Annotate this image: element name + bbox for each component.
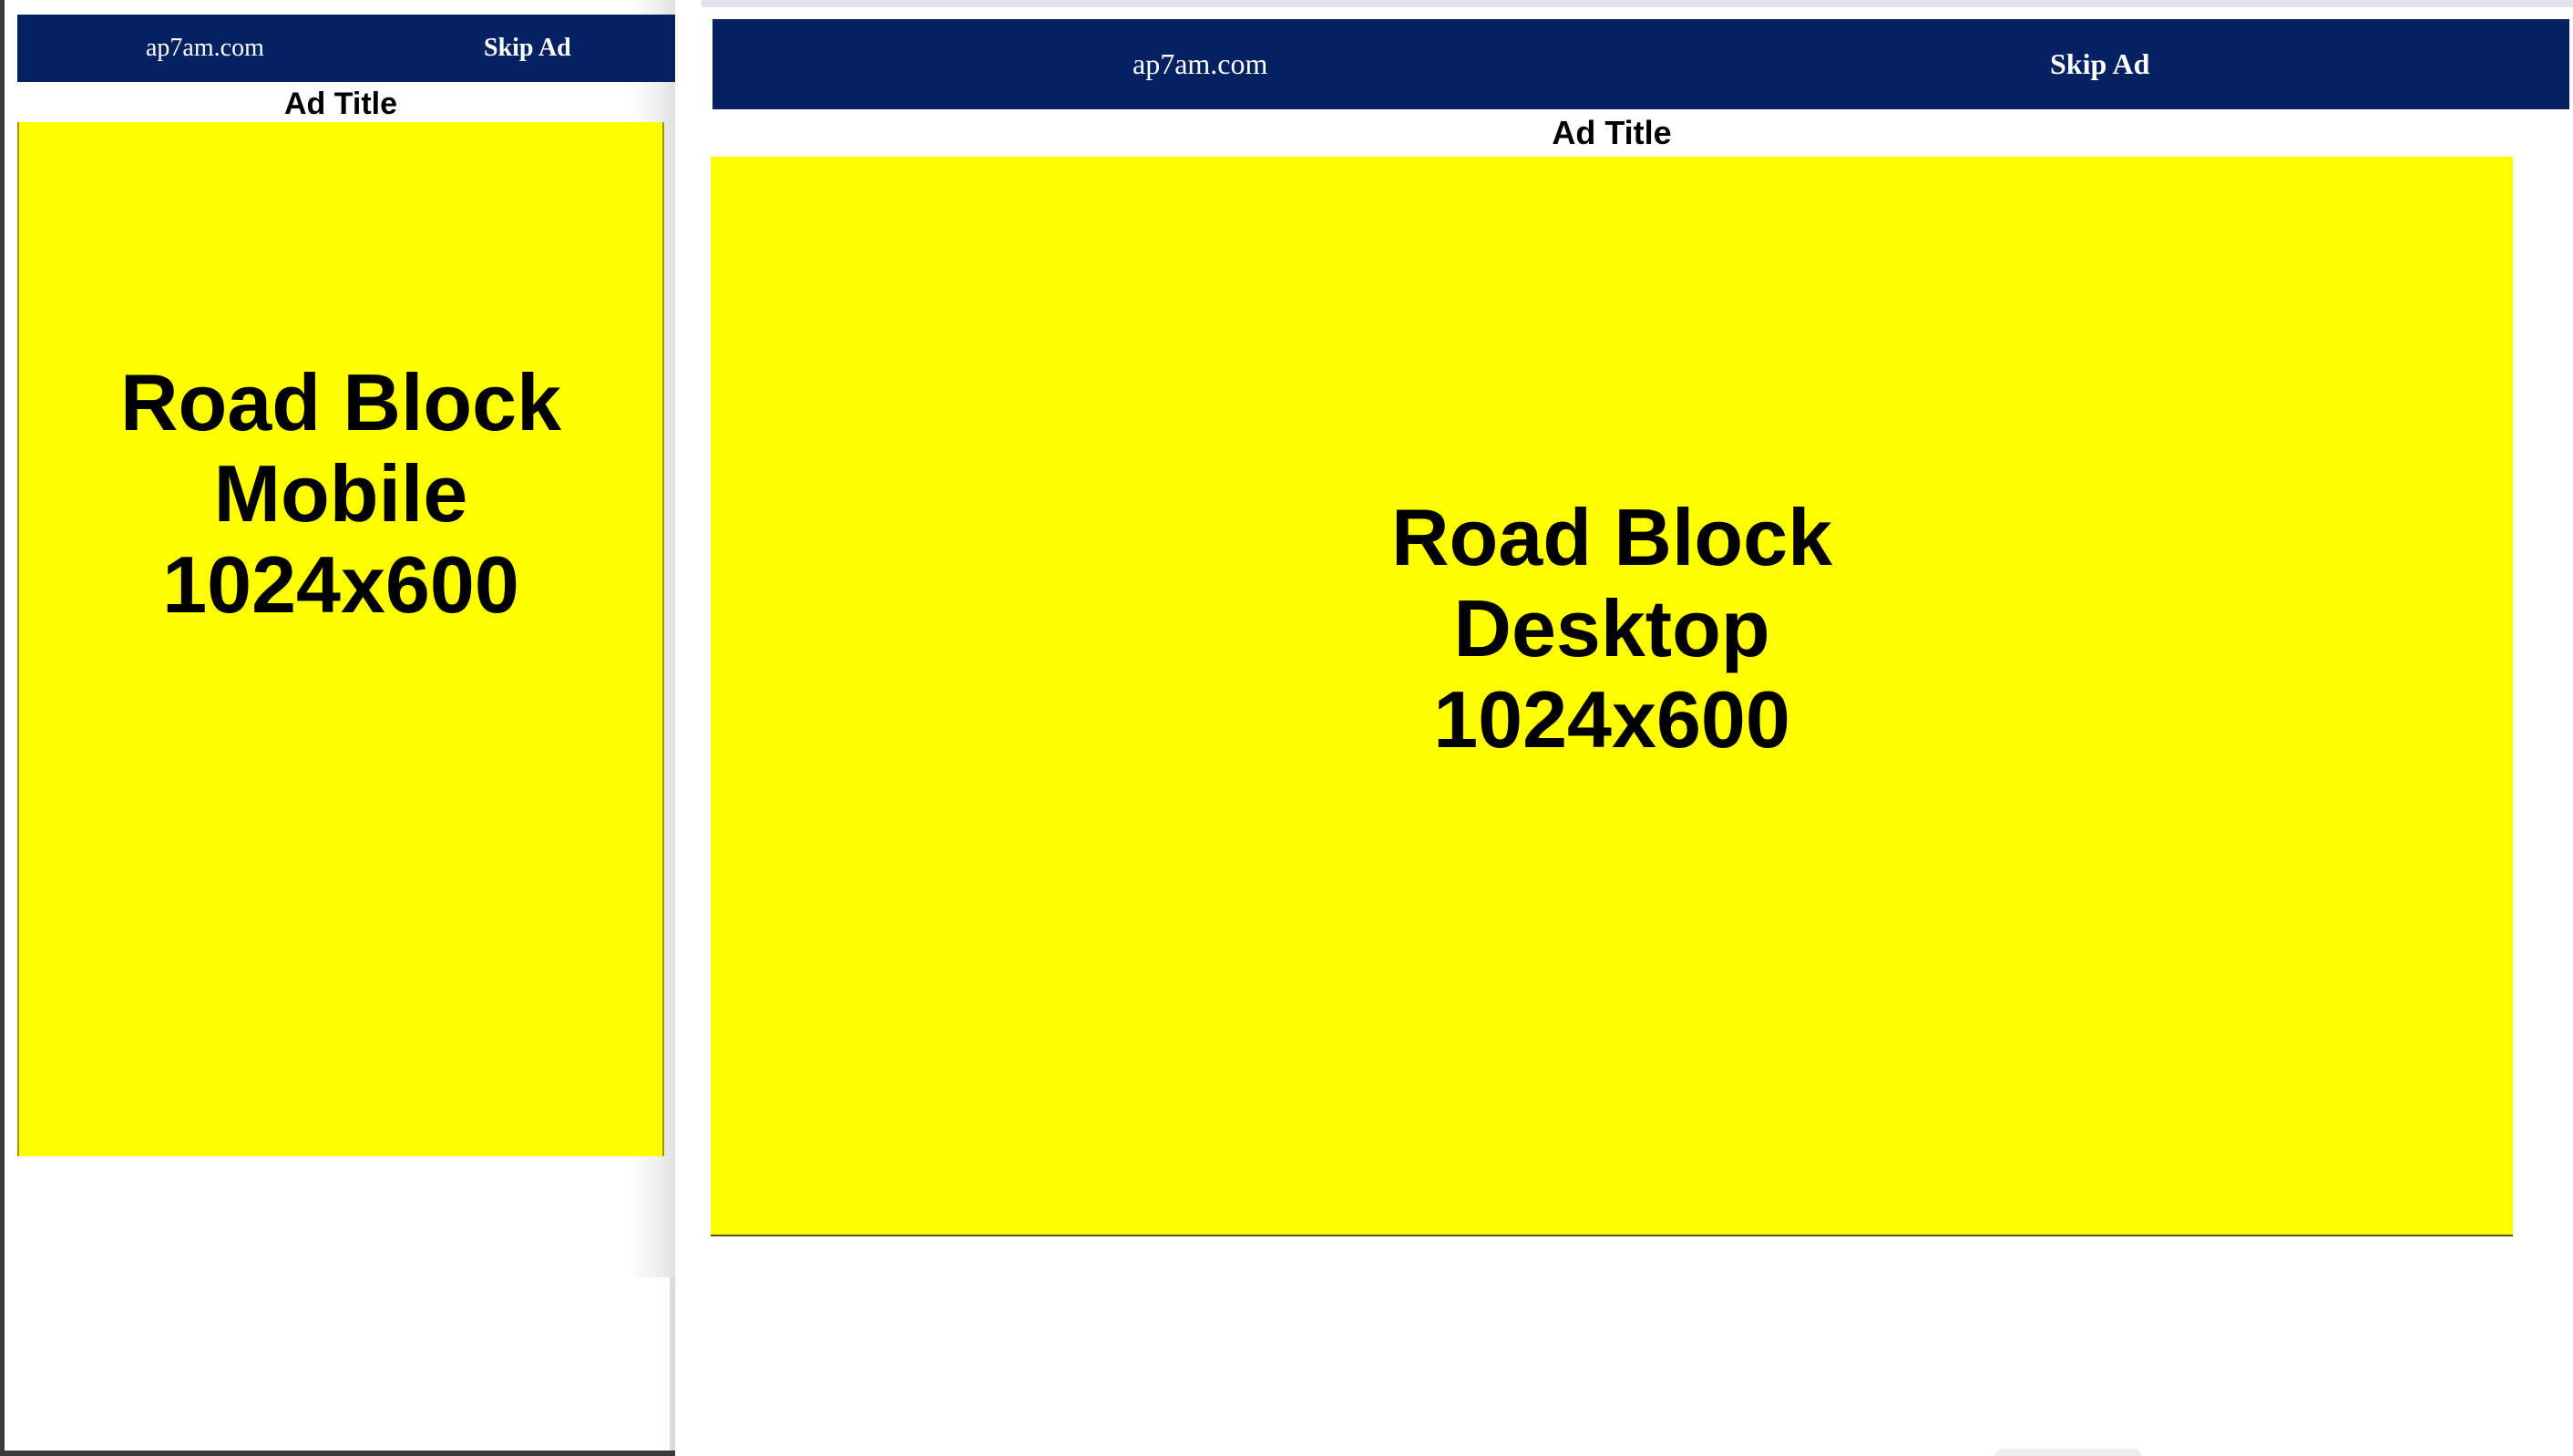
mobile-ad-header: ap7am.com Skip Ad: [17, 15, 675, 82]
screen: ap7am.com Skip Ad Ad Title Road Block Mo…: [0, 0, 2573, 1456]
desktop-skip-ad-button[interactable]: Skip Ad: [2050, 19, 2149, 109]
desktop-top-border: [702, 0, 2573, 7]
mobile-edge-border: [670, 1277, 675, 1451]
mobile-ad-text: Road Block Mobile 1024x600: [119, 356, 562, 630]
mobile-ad-title: Ad Title: [283, 87, 398, 121]
mobile-skip-ad-button[interactable]: Skip Ad: [484, 15, 571, 82]
desktop-site-label: ap7am.com: [1133, 47, 1268, 80]
mobile-ad-creative[interactable]: Road Block Mobile 1024x600: [17, 122, 664, 1156]
desktop-ad-text: Road Block Desktop 1024x600: [1390, 491, 1833, 764]
desktop-ad-creative[interactable]: Road Block Desktop 1024x600: [711, 157, 2513, 1236]
mobile-bottom-border: [0, 1451, 675, 1456]
desktop-ad-title: Ad Title: [1552, 114, 1672, 151]
scroll-handle[interactable]: [1995, 1449, 2141, 1456]
mobile-site-label: ap7am.com: [146, 34, 264, 62]
desktop-ad-header: ap7am.com Skip Ad: [712, 19, 2569, 109]
